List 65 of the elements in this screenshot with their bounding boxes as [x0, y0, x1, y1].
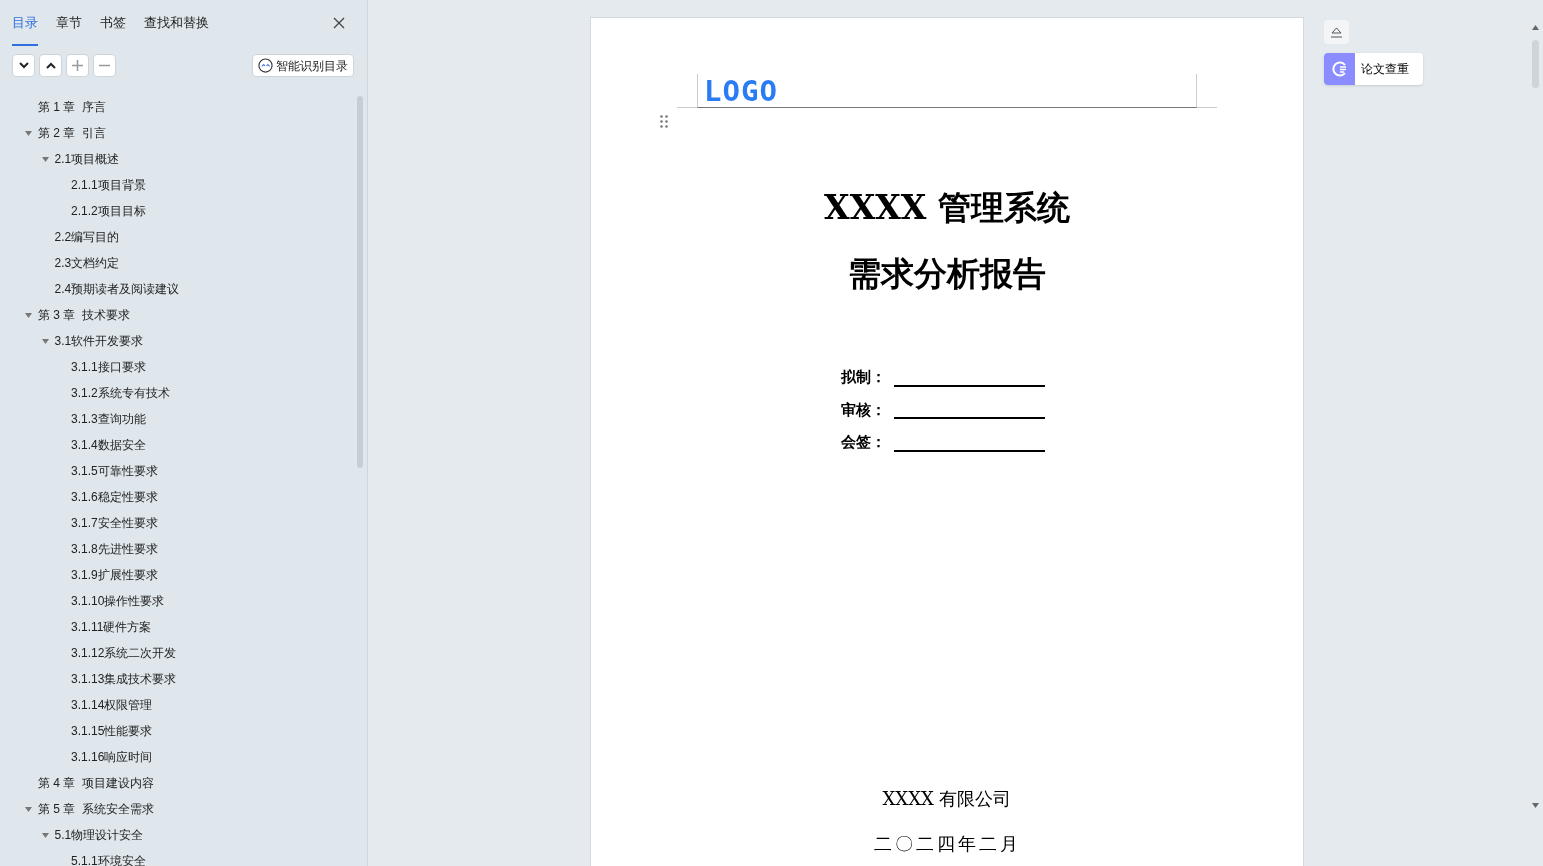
document-date: 二〇二四年二月 [872, 832, 1022, 856]
chevron-down-icon [18, 62, 29, 69]
plus-icon [72, 60, 83, 71]
field-label: 会签： [841, 432, 886, 452]
outline-item[interactable]: 3.1软件开发要求 [54, 332, 144, 350]
outline-item[interactable]: 3.1.11硬件方案 [71, 618, 152, 636]
caret-icon[interactable] [41, 337, 49, 345]
outline-item[interactable]: 3.1.16响应时间 [71, 748, 153, 766]
caret-icon[interactable] [25, 311, 32, 319]
outline-item[interactable]: 3.1.14权限管理 [71, 696, 153, 714]
remove-button[interactable] [93, 54, 116, 77]
outline-item[interactable]: 3.1.8先进性要求 [71, 540, 158, 558]
outline-item[interactable]: 第 2 章 引言 [38, 124, 106, 142]
field-label: 拟制： [841, 367, 886, 387]
outline-item[interactable]: 3.1.10操作性要求 [71, 592, 165, 610]
outline-item[interactable]: 2.4预期读者及阅读建议 [54, 280, 180, 298]
outline-item[interactable]: 3.1.6稳定性要求 [71, 488, 158, 506]
panel-tab[interactable]: 书签 [100, 0, 126, 46]
outline-item[interactable]: 3.1.2系统专有技术 [71, 384, 170, 402]
close-button[interactable] [333, 16, 347, 30]
outline-item[interactable]: 第 1 章 序言 [38, 98, 106, 116]
caret-icon[interactable] [25, 129, 32, 137]
collapse-toolbar-button[interactable] [1324, 20, 1349, 44]
caret-icon[interactable] [25, 805, 32, 813]
outline-item[interactable]: 3.1.7安全性要求 [71, 514, 158, 532]
smart-toc-button[interactable]: 智能识别目录 [252, 54, 354, 77]
outline-item[interactable]: 2.3文档约定 [54, 254, 120, 272]
drag-handle-icon[interactable] [660, 115, 668, 128]
panel-tab[interactable]: 目录 [12, 0, 38, 46]
outline-item[interactable]: 3.1.4数据安全 [71, 436, 146, 454]
field-label: 审核： [841, 399, 886, 420]
outline-item[interactable]: 3.1.15性能要求 [71, 722, 153, 740]
caret-icon[interactable] [41, 155, 49, 163]
outline-item[interactable]: 第 5 章 系统安全需求 [38, 800, 154, 818]
plagiarism-check-button[interactable]: 论文查重 [1324, 53, 1423, 85]
logo-text: LOGO [704, 73, 778, 110]
outline-item[interactable]: 5.1物理设计安全 [54, 826, 144, 844]
caret-icon[interactable] [41, 831, 49, 839]
expand-all-button[interactable] [12, 54, 35, 77]
scroll-up-icon[interactable] [1532, 25, 1539, 30]
outline-item[interactable]: 3.1.1接口要求 [71, 358, 146, 376]
outline-item[interactable]: 2.2编写目的 [54, 228, 120, 246]
panel-tab[interactable]: 查找和替换 [144, 0, 209, 46]
outline-item[interactable]: 3.1.13集成技术要求 [71, 670, 177, 688]
outline-item[interactable]: 5.1.1环境安全 [71, 852, 146, 866]
outline-item[interactable]: 第 3 章 技术要求 [38, 306, 130, 324]
check-icon [1324, 53, 1355, 85]
document-title: XXXX 管理系统 [824, 187, 1070, 229]
outline-item[interactable]: 3.1.12系统二次开发 [71, 644, 177, 662]
outline-item[interactable]: 2.1.1项目背景 [71, 176, 146, 194]
outline-item[interactable]: 3.1.9扩展性要求 [71, 566, 158, 584]
scroll-down-icon[interactable] [1532, 803, 1539, 808]
chevron-up-icon [45, 62, 56, 69]
outline-item[interactable]: 2.1项目概述 [54, 150, 120, 168]
company-name: XXXX 有限公司 [881, 787, 1013, 811]
eject-icon [1330, 26, 1343, 38]
outline-item[interactable]: 2.1.2项目目标 [71, 202, 146, 220]
outline-item[interactable]: 3.1.5可靠性要求 [71, 462, 158, 480]
outline-item[interactable]: 第 4 章 项目建设内容 [38, 774, 154, 792]
smart-icon [258, 58, 273, 73]
collapse-all-button[interactable] [39, 54, 62, 77]
document-title: 需求分析报告 [848, 252, 1046, 295]
scrollbar-thumb[interactable] [357, 96, 363, 468]
panel-tab[interactable]: 章节 [56, 0, 82, 46]
outline-item[interactable]: 3.1.3查询功能 [71, 410, 146, 428]
